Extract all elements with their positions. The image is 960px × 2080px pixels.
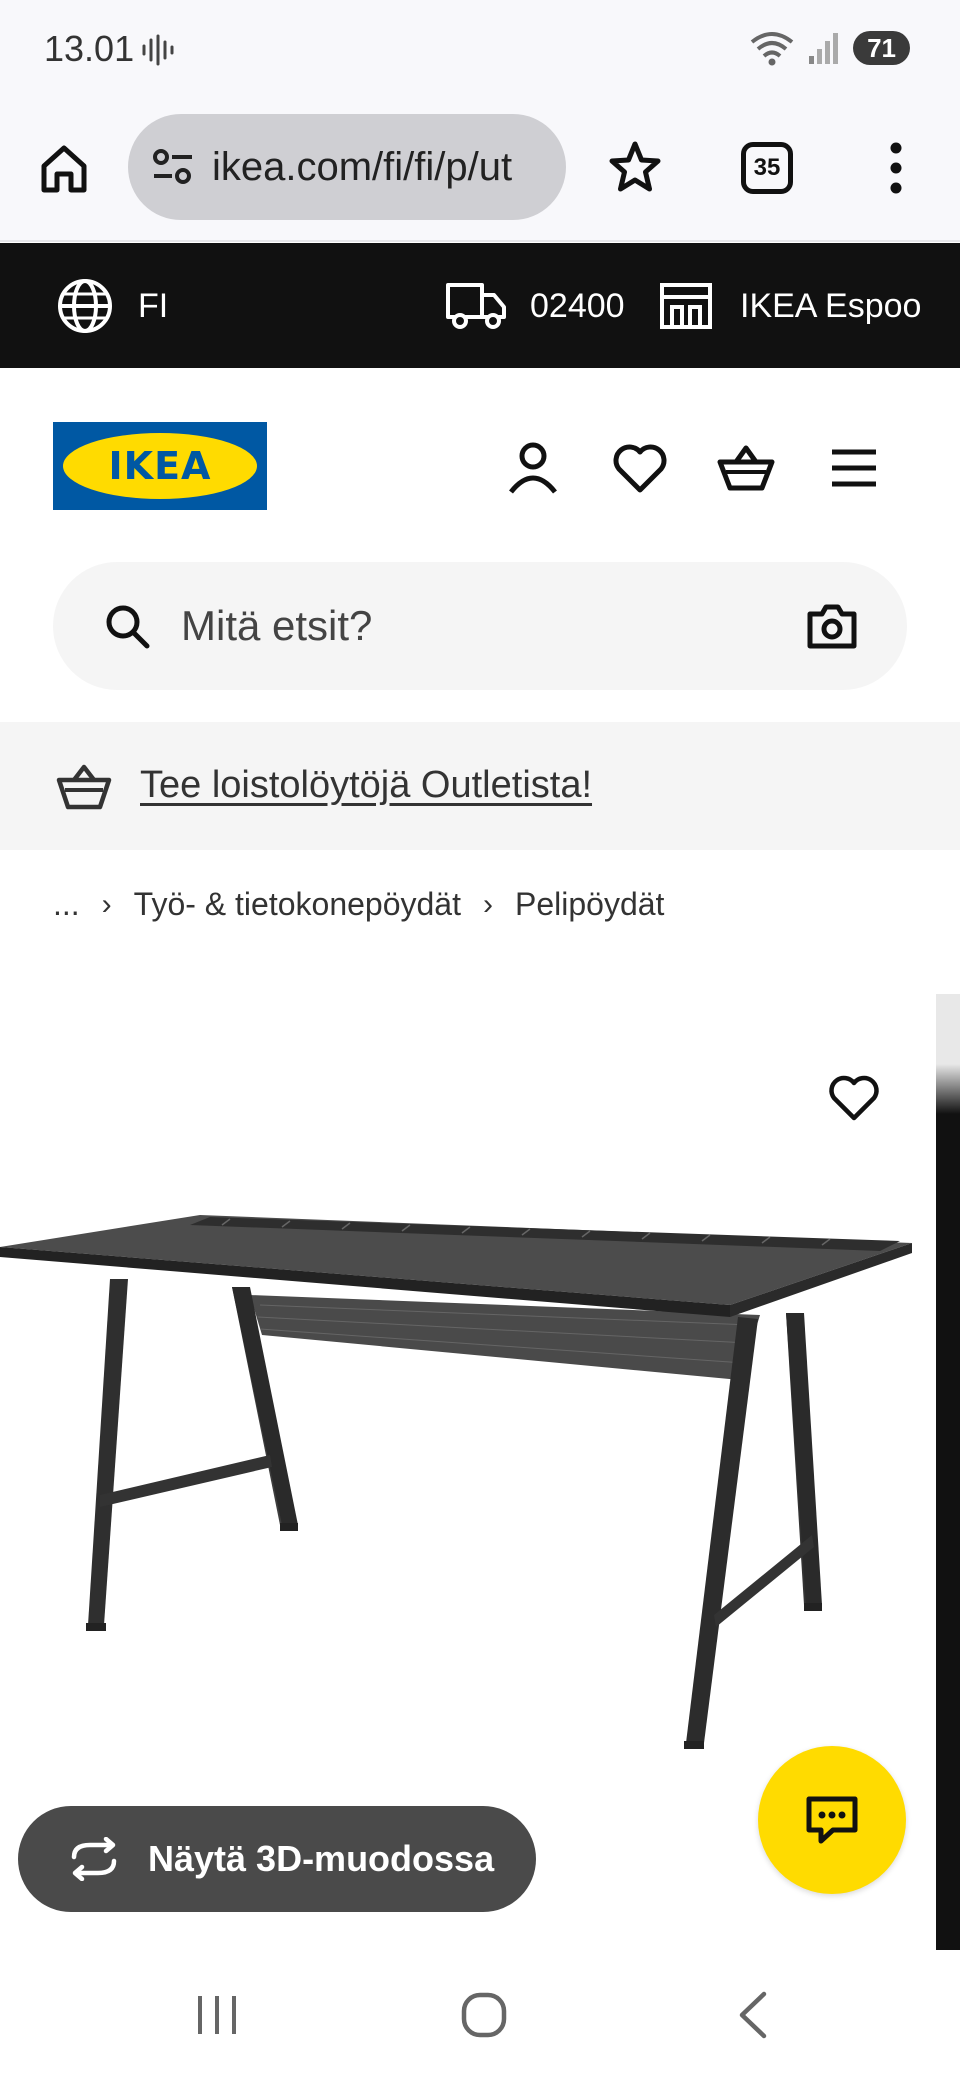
hamburger-menu-icon[interactable] <box>824 438 884 498</box>
language-selector[interactable]: FI <box>138 287 168 326</box>
search-icon[interactable] <box>103 602 151 650</box>
recent-apps-icon[interactable] <box>194 1992 240 2038</box>
breadcrumb-ellipsis[interactable]: ... <box>53 886 80 923</box>
tab-switcher-button[interactable]: 35 <box>741 142 793 194</box>
bookmark-star-icon[interactable] <box>605 138 665 198</box>
wifi-icon <box>750 32 794 66</box>
basket-icon <box>56 764 112 810</box>
outlet-link[interactable]: Tee loistolöytöjä Outletista! <box>140 764 592 807</box>
chevron-right-icon: › <box>101 887 112 921</box>
store-icon[interactable] <box>658 279 714 331</box>
user-profile-icon[interactable] <box>503 438 563 498</box>
store-selector[interactable]: IKEA Espoo <box>740 287 921 326</box>
view-in-3d-button[interactable]: Näytä 3D-muodossa <box>18 1806 536 1912</box>
home-icon[interactable] <box>36 140 92 196</box>
more-options-icon[interactable] <box>876 138 916 198</box>
url-text[interactable]: ikea.com/fi/fi/p/ut <box>212 145 512 190</box>
site-settings-icon[interactable] <box>150 144 196 190</box>
back-nav-icon[interactable] <box>734 1990 770 2040</box>
product-image-gaming-desk[interactable] <box>0 1195 920 1755</box>
logo-text: IKEA <box>108 444 212 488</box>
next-image-peek[interactable] <box>936 994 960 1950</box>
status-bar: 13.01 71 <box>0 0 960 100</box>
outlet-banner[interactable]: Tee loistolöytöjä Outletista! <box>0 722 960 850</box>
chevron-right-icon: › <box>482 887 493 921</box>
browser-toolbar: ikea.com/fi/fi/p/ut 35 <box>0 100 960 242</box>
status-indicators: 71 <box>749 28 910 68</box>
breadcrumb-item-gaming-desks[interactable]: Pelipöydät <box>515 886 664 923</box>
search-bar[interactable] <box>53 562 907 690</box>
view-in-3d-label: Näytä 3D-muodossa <box>148 1838 495 1879</box>
breadcrumb-item-desks[interactable]: Työ- & tietokonepöydät <box>134 886 461 923</box>
search-input[interactable] <box>181 592 781 660</box>
add-to-favourites-heart-icon[interactable] <box>826 1070 882 1126</box>
home-nav-icon[interactable] <box>460 1990 508 2040</box>
logo-ellipse: IKEA <box>63 433 257 499</box>
customer-chat-button[interactable] <box>758 1746 906 1894</box>
breadcrumb: ... › Työ- & tietokonepöydät › Pelipöydä… <box>53 886 664 923</box>
status-time: 13.01 <box>44 28 135 69</box>
ikea-logo[interactable]: IKEA <box>53 422 267 510</box>
ikea-top-strip: FI 02400 IKEA Espoo <box>0 243 960 368</box>
rotate-3d-icon <box>71 1837 117 1881</box>
address-bar[interactable]: ikea.com/fi/fi/p/ut <box>128 114 566 220</box>
shopping-basket-icon[interactable] <box>716 438 776 498</box>
favourites-heart-icon[interactable] <box>610 438 670 498</box>
chat-bubble-icon <box>806 1796 858 1844</box>
camera-search-icon[interactable] <box>806 602 858 650</box>
delivery-truck-icon[interactable] <box>444 279 508 331</box>
globe-icon[interactable] <box>56 277 114 335</box>
battery-level: 71 <box>853 31 910 65</box>
audio-recording-icon <box>142 34 174 66</box>
system-navigation-bar <box>0 1952 960 2080</box>
postal-code[interactable]: 02400 <box>530 287 625 326</box>
signal-icon <box>809 33 839 64</box>
